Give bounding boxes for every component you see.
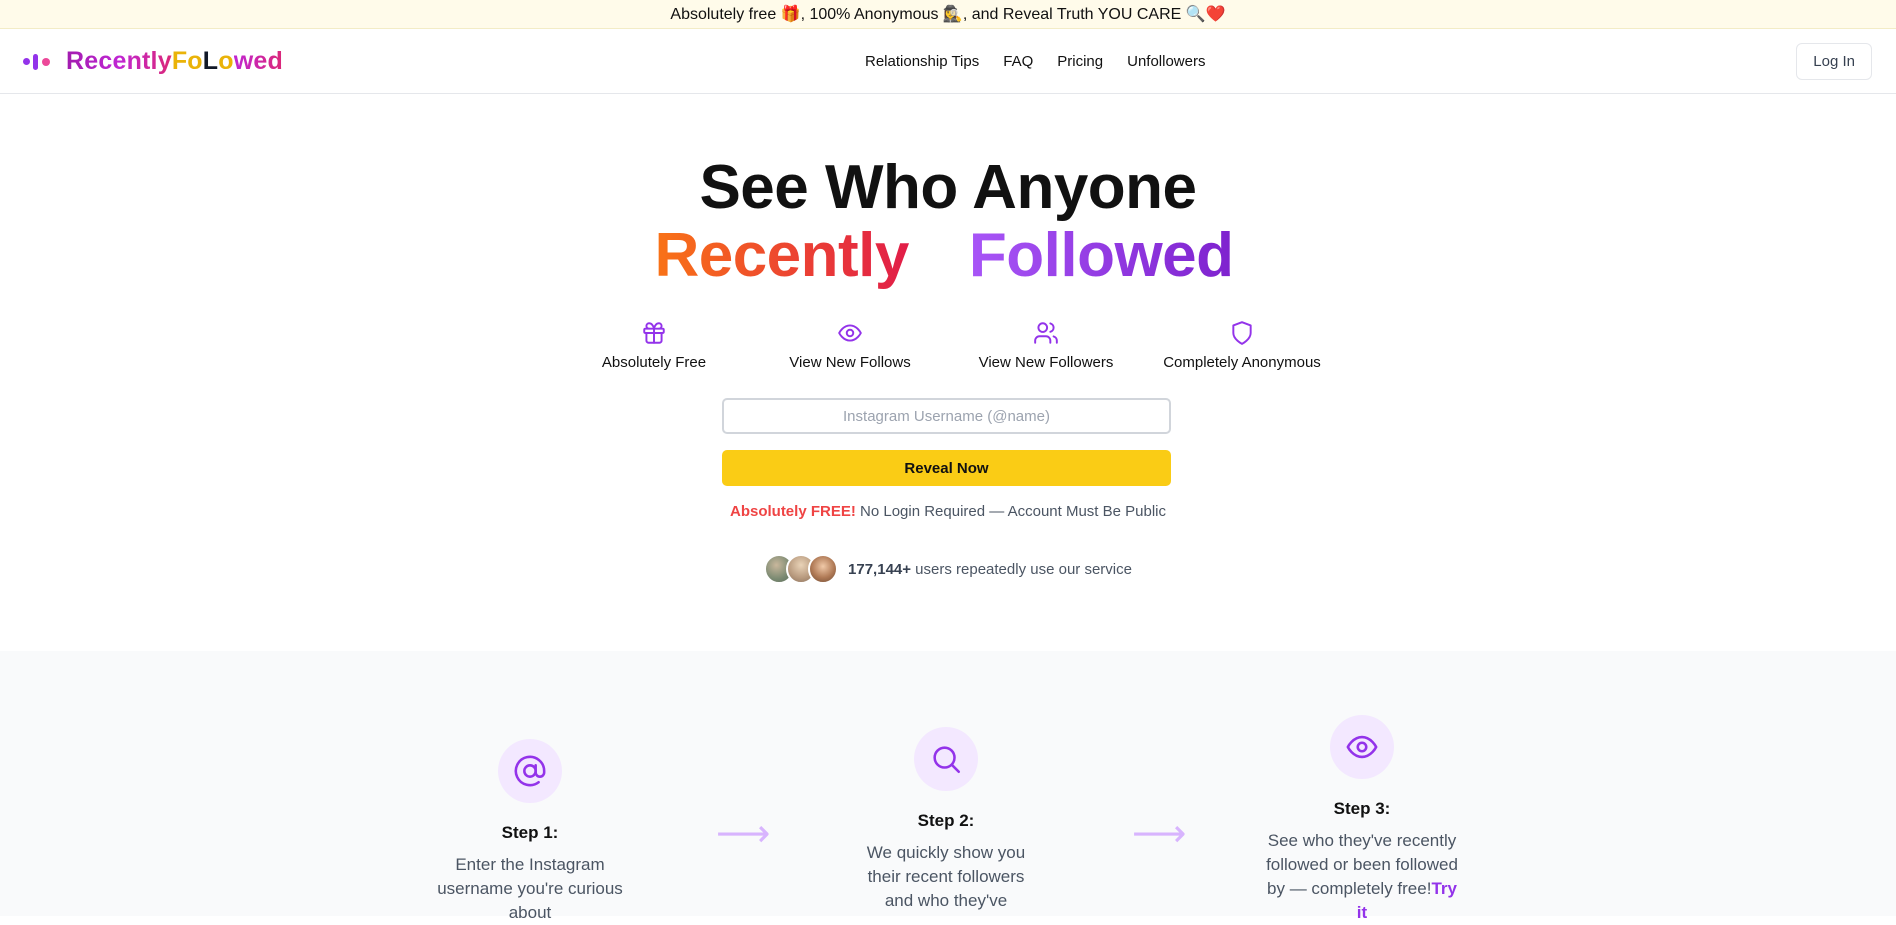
- step-icon-circle: [498, 739, 562, 803]
- nav-link-unfollowers[interactable]: Unfollowers: [1127, 53, 1205, 70]
- eye-icon: [1346, 735, 1378, 759]
- feature-new-follows: View New Follows: [752, 320, 948, 371]
- step-text: Enter the Instagram username you're curi…: [437, 855, 623, 922]
- users-count-text: 177,144+ users repeatedly use our servic…: [848, 561, 1132, 578]
- feature-label: View New Followers: [978, 354, 1114, 371]
- step-icon-circle: [1330, 715, 1394, 779]
- step-title: Step 1:: [501, 823, 559, 842]
- login-button[interactable]: Log In: [1796, 43, 1872, 80]
- feature-new-followers: View New Followers: [948, 320, 1144, 371]
- free-note-bold: Absolutely FREE!: [729, 503, 856, 520]
- feature-label: View New Follows: [789, 354, 911, 371]
- social-proof: 177,144+ users repeatedly use our servic…: [0, 554, 1896, 584]
- gift-icon: [643, 322, 665, 344]
- users-text: users repeatedly use our service: [911, 560, 1132, 578]
- hero-word-recently: Recently: [654, 221, 909, 290]
- nav-link-faq[interactable]: FAQ: [1003, 53, 1033, 70]
- step-text: See who they've recently followed or bee…: [1262, 829, 1462, 925]
- hero-title: See Who Anyone: [699, 153, 1197, 222]
- main-nav: Relationship Tips FAQ Pricing Unfollower…: [865, 29, 1205, 94]
- avatar-group: [764, 554, 839, 584]
- step-text: We quickly show you their recent followe…: [866, 843, 1026, 910]
- step-3: Step 3: See who they've recently followe…: [1252, 715, 1472, 925]
- how-it-works-section: Step 1: Enter the Instagram username you…: [0, 651, 1896, 922]
- eye-icon: [838, 324, 862, 342]
- top-navbar: RecentlyFoLowed Relationship Tips FAQ Pr…: [0, 29, 1896, 94]
- announcement-text: Absolutely free 🎁, 100% Anonymous 🕵️‍♀️,…: [670, 6, 1226, 23]
- free-note-rest: No Login Required — Account Must Be Publ…: [855, 503, 1167, 520]
- hero-section: See Who Anyone Recently Followed Absolut…: [0, 94, 1896, 651]
- users-icon: [1034, 322, 1058, 344]
- step-icon-circle: [914, 727, 978, 791]
- logo-text: RecentlyFoLowed: [66, 47, 283, 76]
- step-title: Step 2:: [917, 811, 975, 830]
- step-1: Step 1: Enter the Instagram username you…: [420, 739, 640, 925]
- logo-text-part: L: [202, 47, 219, 75]
- feature-free: Absolutely Free: [556, 320, 752, 371]
- feature-anonymous: Completely Anonymous: [1144, 320, 1340, 371]
- feature-label: Completely Anonymous: [1163, 354, 1321, 371]
- reveal-now-button[interactable]: Reveal Now: [722, 450, 1171, 486]
- nav-link-pricing[interactable]: Pricing: [1057, 53, 1103, 70]
- instagram-username-input[interactable]: [722, 398, 1171, 434]
- announcement-bar: Absolutely free 🎁, 100% Anonymous 🕵️‍♀️,…: [0, 0, 1896, 29]
- step-arrow-icon: ⟶: [1132, 813, 1187, 855]
- step-title: Step 3:: [1333, 799, 1391, 818]
- avatar: [808, 554, 839, 584]
- site-logo[interactable]: RecentlyFoLowed: [22, 29, 283, 94]
- feature-label: Absolutely Free: [601, 354, 707, 371]
- logo-text-part: Recently: [66, 47, 172, 75]
- logo-text-part: Fo: [171, 47, 203, 75]
- nav-link-relationship-tips[interactable]: Relationship Tips: [865, 53, 979, 70]
- hero-subtitle: Recently Followed: [0, 221, 1896, 290]
- users-count: 177,144+: [848, 560, 912, 578]
- step-text-body: See who they've recently followed or bee…: [1266, 831, 1458, 898]
- shield-icon: [1232, 321, 1252, 345]
- free-note: Absolutely FREE! No Login Required — Acc…: [0, 503, 1896, 520]
- hero-word-followed: Followed: [968, 221, 1234, 290]
- logo-text-part: wed: [233, 47, 283, 75]
- search-icon: [933, 746, 961, 774]
- logo-mark-icon: [22, 52, 52, 72]
- logo-text-part: o: [218, 47, 234, 75]
- at-sign-icon: [514, 755, 546, 787]
- step-2: Step 2: We quickly show you their recent…: [836, 727, 1056, 913]
- step-arrow-icon: ⟶: [716, 813, 771, 855]
- feature-list: Absolutely Free View New Follows View Ne…: [0, 320, 1896, 371]
